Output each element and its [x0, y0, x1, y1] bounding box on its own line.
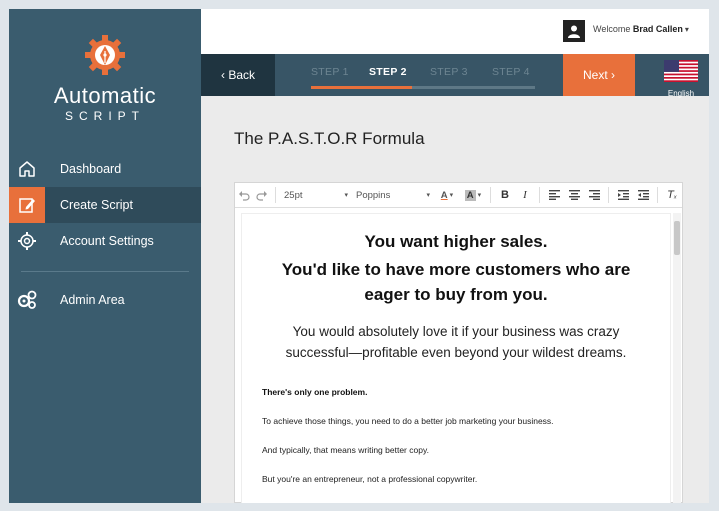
logo: Automatic SCRIPT [9, 33, 201, 123]
avatar[interactable] [563, 20, 585, 42]
document-paragraph: And typically, that means writing better… [262, 445, 429, 455]
font-size-select[interactable]: 25pt ▾ [280, 183, 352, 207]
step-progress-fill [311, 86, 412, 89]
outdent-icon[interactable] [613, 183, 633, 207]
chevron-down-icon: ▾ [684, 25, 689, 34]
pen-gear-icon [85, 35, 125, 75]
sidebar-nav: Dashboard Create Script Account Settings [9, 151, 201, 318]
document-heading-1: You want higher sales. [364, 232, 548, 251]
welcome-text: Welcome [593, 24, 631, 34]
step-bar: ‹ Back STEP 1 STEP 2 STEP 3 STEP 4 Next … [201, 54, 709, 98]
redo-icon[interactable] [253, 183, 271, 207]
bold-icon[interactable]: B [495, 183, 515, 207]
language-selector[interactable]: English [653, 60, 709, 98]
sidebar-divider [21, 271, 189, 272]
step-3[interactable]: STEP 3 [430, 66, 468, 78]
logo-subtitle: SCRIPT [64, 109, 145, 123]
next-button[interactable]: Next › [563, 54, 635, 96]
text-color-icon[interactable]: A ▾ [434, 183, 460, 207]
font-family-select[interactable]: Poppins ▾ [352, 183, 434, 207]
document-page[interactable]: You want higher sales. You'd like to hav… [241, 213, 671, 503]
italic-icon[interactable]: I [515, 183, 535, 207]
editor-scrollbar[interactable] [673, 213, 681, 503]
sidebar-item-label: Dashboard [60, 162, 122, 176]
font-size-value: 25pt [284, 189, 303, 201]
document-paragraph: To achieve those things, you need to do … [262, 416, 554, 426]
toolbar-divider [657, 187, 658, 203]
user-name: Brad Callen [632, 24, 683, 34]
clear-format-icon[interactable]: Tₓ [662, 183, 682, 207]
sidebar-item-dashboard[interactable]: Dashboard [9, 151, 201, 187]
toolbar-divider [490, 187, 491, 203]
highlight-color-icon[interactable]: A ▾ [460, 183, 486, 207]
home-icon [9, 151, 45, 187]
step-2[interactable]: STEP 2 [369, 66, 407, 78]
step-1[interactable]: STEP 1 [311, 66, 349, 78]
gear-icon [9, 223, 45, 259]
align-left-icon[interactable] [544, 183, 564, 207]
sidebar-item-label: Create Script [60, 198, 133, 212]
undo-icon[interactable] [235, 183, 253, 207]
us-flag-icon [664, 60, 698, 82]
toolbar-divider [539, 187, 540, 203]
script-editor: 25pt ▾ Poppins ▾ A ▾ A ▾ B I T ₓ You wan… [234, 182, 683, 503]
step-indicator: STEP 1 STEP 2 STEP 3 STEP 4 [311, 54, 535, 96]
page-title: The P.A.S.T.O.R Formula [234, 129, 425, 148]
top-bar: Welcome Brad Callen ▾ [201, 9, 709, 54]
toolbar-divider [608, 187, 609, 203]
step-progress-track [311, 86, 535, 89]
align-right-icon[interactable] [584, 183, 604, 207]
app-window: Automatic SCRIPT Dashboard Create Script [9, 9, 709, 503]
sidebar-item-label: Admin Area [60, 293, 125, 307]
language-label: English [667, 89, 695, 98]
document-paragraph: But you're an entrepreneur, not a profes… [262, 474, 478, 484]
user-menu[interactable]: Welcome Brad Callen ▾ [593, 24, 689, 34]
scrollbar-thumb[interactable] [674, 221, 680, 255]
sidebar-item-create-script[interactable]: Create Script [9, 187, 201, 223]
chevron-down-icon: ▾ [344, 192, 348, 199]
document-lead-paragraph: You would absolutely love it if your bus… [285, 324, 627, 360]
sidebar-item-label: Account Settings [60, 234, 154, 248]
font-family-value: Poppins [356, 189, 391, 201]
document-bold-line: There's only one problem. [262, 387, 368, 397]
sidebar: Automatic SCRIPT Dashboard Create Script [9, 9, 201, 503]
user-icon [568, 25, 580, 38]
gears-icon [9, 282, 45, 318]
step-4[interactable]: STEP 4 [492, 66, 530, 78]
sidebar-item-admin-area[interactable]: Admin Area [9, 282, 201, 318]
toolbar-divider [275, 187, 276, 203]
editor-toolbar: 25pt ▾ Poppins ▾ A ▾ A ▾ B I T ₓ [235, 183, 682, 208]
edit-icon [9, 187, 45, 223]
align-center-icon[interactable] [564, 183, 584, 207]
back-button[interactable]: ‹ Back [201, 54, 275, 96]
chevron-down-icon: ▾ [426, 192, 430, 199]
indent-icon[interactable] [633, 183, 653, 207]
logo-title: Automatic [53, 83, 157, 108]
document-heading-2: You'd like to have more customers who ar… [281, 260, 631, 304]
sidebar-item-account-settings[interactable]: Account Settings [9, 223, 201, 259]
